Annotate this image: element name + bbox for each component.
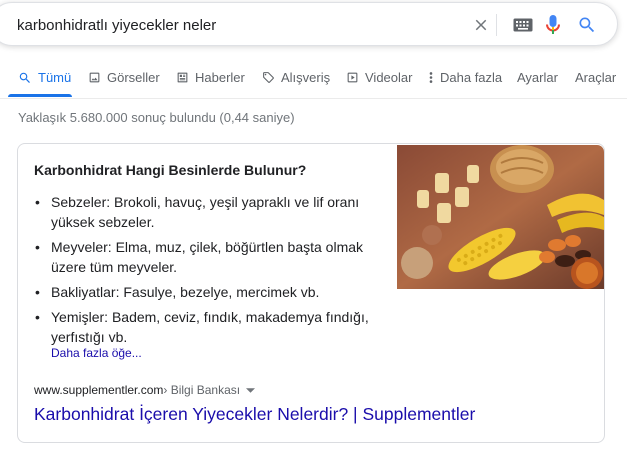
tab-settings[interactable]: Ayarlar	[517, 70, 558, 85]
food-photo[interactable]	[397, 145, 604, 289]
tab-tools[interactable]: Araçlar	[575, 70, 616, 85]
search-input[interactable]	[17, 14, 417, 36]
tab-label: Ayarlar	[517, 70, 558, 85]
more-vert-icon	[429, 72, 433, 83]
tab-label: Daha fazla	[440, 70, 503, 85]
active-tab-indicator	[8, 94, 72, 97]
tab-shopping[interactable]: Alışveriş	[262, 70, 330, 85]
search-icon[interactable]	[575, 13, 599, 37]
tab-images[interactable]: Görseller	[88, 70, 160, 85]
tab-label: Haberler	[195, 70, 245, 85]
tab-more[interactable]: Daha fazla	[428, 70, 502, 85]
result-title-link[interactable]: Karbonhidrat İçeren Yiyecekler Nelerdir?…	[34, 404, 475, 425]
search-tabs: Tümü Görseller Haberler Alışveriş Videol…	[0, 58, 627, 99]
more-items-link[interactable]: Daha fazla öğe...	[51, 346, 142, 360]
tab-label: Araçlar	[575, 70, 617, 85]
snippet-list: Sebzeler: Brokoli, havuç, yeşil yapraklı…	[33, 192, 373, 352]
tab-label: Videolar	[365, 70, 413, 85]
play-icon	[347, 72, 358, 83]
tag-icon	[263, 72, 274, 83]
cite-breadcrumb: › Bilgi Bankası	[163, 383, 241, 397]
chevron-down-icon[interactable]	[246, 383, 256, 397]
news-icon	[177, 72, 188, 83]
list-item: Yemişler: Badem, ceviz, fındık, makademy…	[33, 307, 373, 347]
featured-snippet-card: Karbonhidrat Hangi Besinlerde Bulunur? S…	[17, 143, 605, 443]
tab-news[interactable]: Haberler	[176, 70, 245, 85]
close-icon[interactable]	[469, 13, 493, 37]
snippet-title: Karbonhidrat Hangi Besinlerde Bulunur?	[34, 162, 307, 178]
list-item: Sebzeler: Brokoli, havuç, yeşil yapraklı…	[33, 192, 373, 232]
tab-label: Alışveriş	[281, 70, 331, 85]
list-item: Bakliyatlar: Fasulye, bezelye, mercimek …	[33, 282, 373, 302]
keyboard-icon[interactable]	[511, 13, 535, 37]
searchbar-divider	[496, 14, 497, 36]
search-icon	[19, 72, 30, 83]
tab-label: Tümü	[38, 70, 72, 85]
image-icon	[89, 72, 100, 83]
search-bar	[0, 2, 618, 46]
tab-videos[interactable]: Videolar	[346, 70, 412, 85]
microphone-icon[interactable]	[541, 13, 565, 37]
result-cite: www.supplementler.com › Bilgi Bankası	[34, 383, 256, 397]
result-stats: Yaklaşık 5.680.000 sonuç bulundu (0,44 s…	[18, 110, 295, 125]
cite-domain: www.supplementler.com	[34, 383, 164, 397]
tab-all[interactable]: Tümü	[18, 70, 71, 85]
tab-label: Görseller	[107, 70, 160, 85]
list-item: Meyveler: Elma, muz, çilek, böğürtlen ba…	[33, 237, 373, 277]
